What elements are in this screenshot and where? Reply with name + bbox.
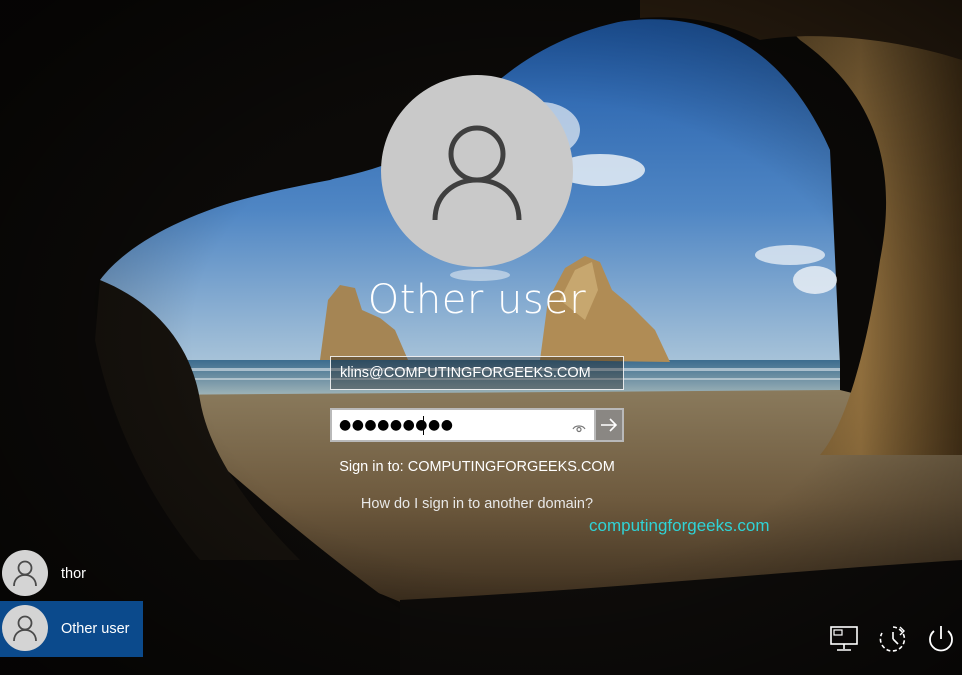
- password-mask: ●●●●●●●●●: [339, 417, 454, 433]
- another-domain-link[interactable]: How do I sign in to another domain?: [300, 496, 654, 512]
- avatar: [2, 605, 48, 651]
- arrow-right-icon: [601, 418, 618, 432]
- power-icon: [929, 626, 953, 652]
- network-icon: [830, 626, 858, 651]
- username-field[interactable]: klins@COMPUTINGFORGEEKS.COM: [330, 356, 624, 390]
- eye-icon[interactable]: [572, 419, 586, 438]
- ease-of-access-icon: [879, 626, 906, 652]
- user-name: Other user: [61, 621, 130, 637]
- lock-screen: Other user klins@COMPUTINGFORGEEKS.COM ●…: [0, 0, 962, 675]
- user-silhouette-icon: [13, 615, 37, 642]
- user-tile-other-user[interactable]: Other user: [0, 601, 143, 657]
- user-name: thor: [61, 566, 86, 582]
- display-name: Other user: [367, 277, 587, 323]
- avatar: [2, 550, 48, 596]
- user-silhouette-icon: [13, 560, 37, 587]
- submit-button[interactable]: [594, 408, 624, 442]
- user-avatar-large: [381, 75, 573, 267]
- user-tile-thor[interactable]: thor: [0, 546, 143, 602]
- sign-in-to-text: Sign in to: COMPUTINGFORGEEKS.COM: [339, 459, 615, 475]
- network-button[interactable]: [828, 622, 862, 656]
- text-caret: [423, 416, 424, 435]
- user-silhouette-icon: [432, 125, 522, 221]
- username-value: klins@COMPUTINGFORGEEKS.COM: [340, 365, 591, 381]
- password-field[interactable]: ●●●●●●●●●: [330, 408, 594, 442]
- watermark-text: computingforgeeks.com: [589, 516, 770, 535]
- power-button[interactable]: [924, 622, 958, 656]
- ease-of-access-button[interactable]: [876, 622, 910, 656]
